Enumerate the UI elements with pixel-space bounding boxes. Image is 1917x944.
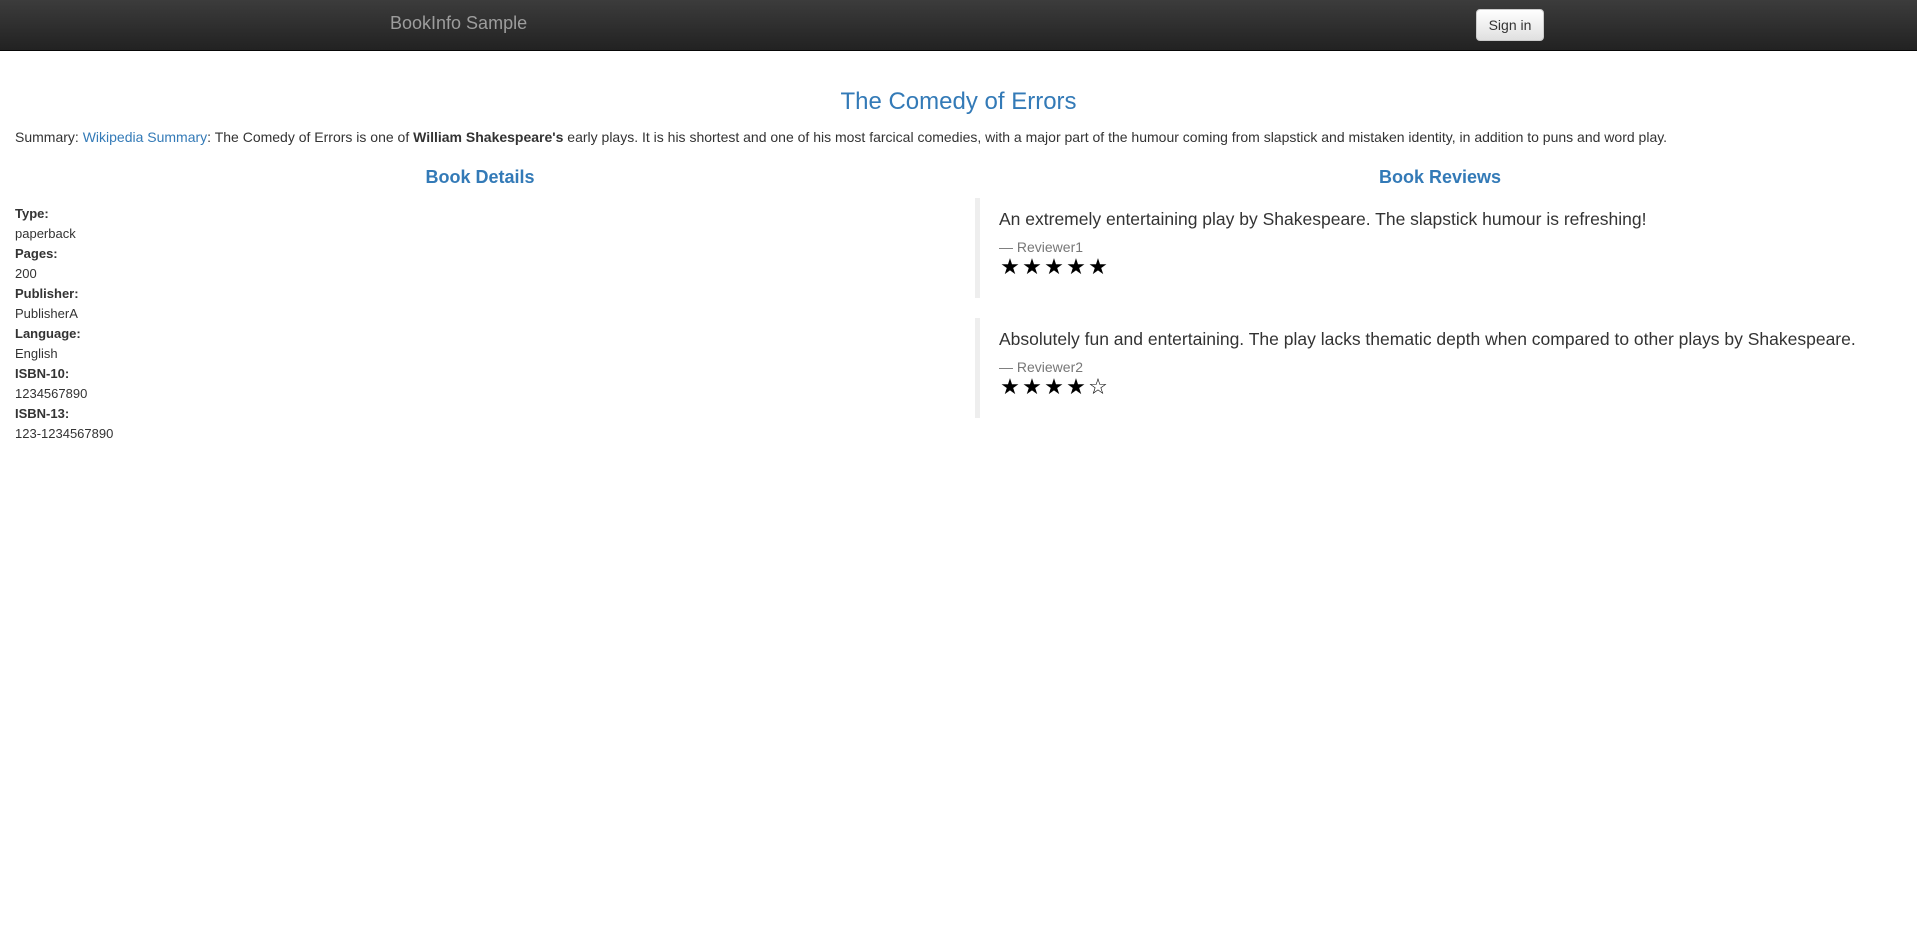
language-label: Language: [15, 326, 81, 341]
review-author: — Reviewer1 [999, 239, 1084, 255]
type-label: Type: [15, 206, 49, 221]
pages-label: Pages: [15, 246, 58, 261]
wikipedia-summary-link[interactable]: Wikipedia Summary [83, 129, 207, 145]
star-filled-icon: ★ [1066, 375, 1086, 400]
book-details-list: Type: paperback Pages: 200 Publisher: Pu… [15, 204, 945, 444]
isbn13-value: 123-1234567890 [15, 426, 114, 441]
review-text: Absolutely fun and entertaining. The pla… [999, 329, 1856, 349]
language-value: English [15, 346, 58, 361]
book-reviews-heading: Book Reviews [1378, 167, 1502, 187]
star-filled-icon: ★ [1022, 375, 1042, 400]
star-rating: ★ ★ ★ ★ ☆ [999, 376, 1905, 400]
summary-text-1: : The Comedy of Errors is one of [207, 129, 414, 145]
review-author: — Reviewer2 [999, 359, 1084, 375]
isbn10-value: 1234567890 [15, 386, 88, 401]
star-filled-icon: ★ [1000, 255, 1020, 280]
star-filled-icon: ★ [1022, 255, 1042, 280]
star-filled-icon: ★ [1000, 375, 1020, 400]
summary-author: William Shakespeare's [413, 129, 564, 145]
book-reviews-column: Book Reviews An extremely entertaining p… [975, 164, 1905, 438]
star-filled-icon: ★ [1044, 375, 1064, 400]
star-filled-icon: ★ [1044, 255, 1064, 280]
navbar: BookInfo Sample Sign in [0, 0, 1917, 51]
book-summary: Summary: Wikipedia Summary: The Comedy o… [15, 128, 1905, 146]
publisher-label: Publisher: [15, 286, 79, 301]
pages-value: 200 [15, 266, 37, 281]
reviews-list: An extremely entertaining play by Shakes… [975, 198, 1905, 418]
summary-text-2: early plays. It is his shortest and one … [563, 129, 1668, 145]
star-empty-icon: ☆ [1088, 375, 1108, 400]
brand-link[interactable]: BookInfo Sample [390, 13, 527, 34]
review-item: An extremely entertaining play by Shakes… [975, 198, 1905, 298]
page-title: The Comedy of Errors [840, 88, 1077, 115]
sign-in-button[interactable]: Sign in [1476, 9, 1544, 41]
review-item: Absolutely fun and entertaining. The pla… [975, 318, 1905, 418]
type-value: paperback [15, 226, 76, 241]
summary-prefix: Summary: [15, 129, 83, 145]
publisher-value: PublisherA [15, 306, 78, 321]
review-text: An extremely entertaining play by Shakes… [999, 209, 1647, 229]
isbn13-label: ISBN-13: [15, 406, 70, 421]
isbn10-label: ISBN-10: [15, 366, 70, 381]
book-details-column: Book Details Type: paperback Pages: 200 … [15, 164, 945, 444]
book-details-heading: Book Details [425, 167, 535, 187]
star-filled-icon: ★ [1066, 255, 1086, 280]
star-rating: ★ ★ ★ ★ ★ [999, 256, 1905, 280]
star-filled-icon: ★ [1088, 255, 1108, 280]
